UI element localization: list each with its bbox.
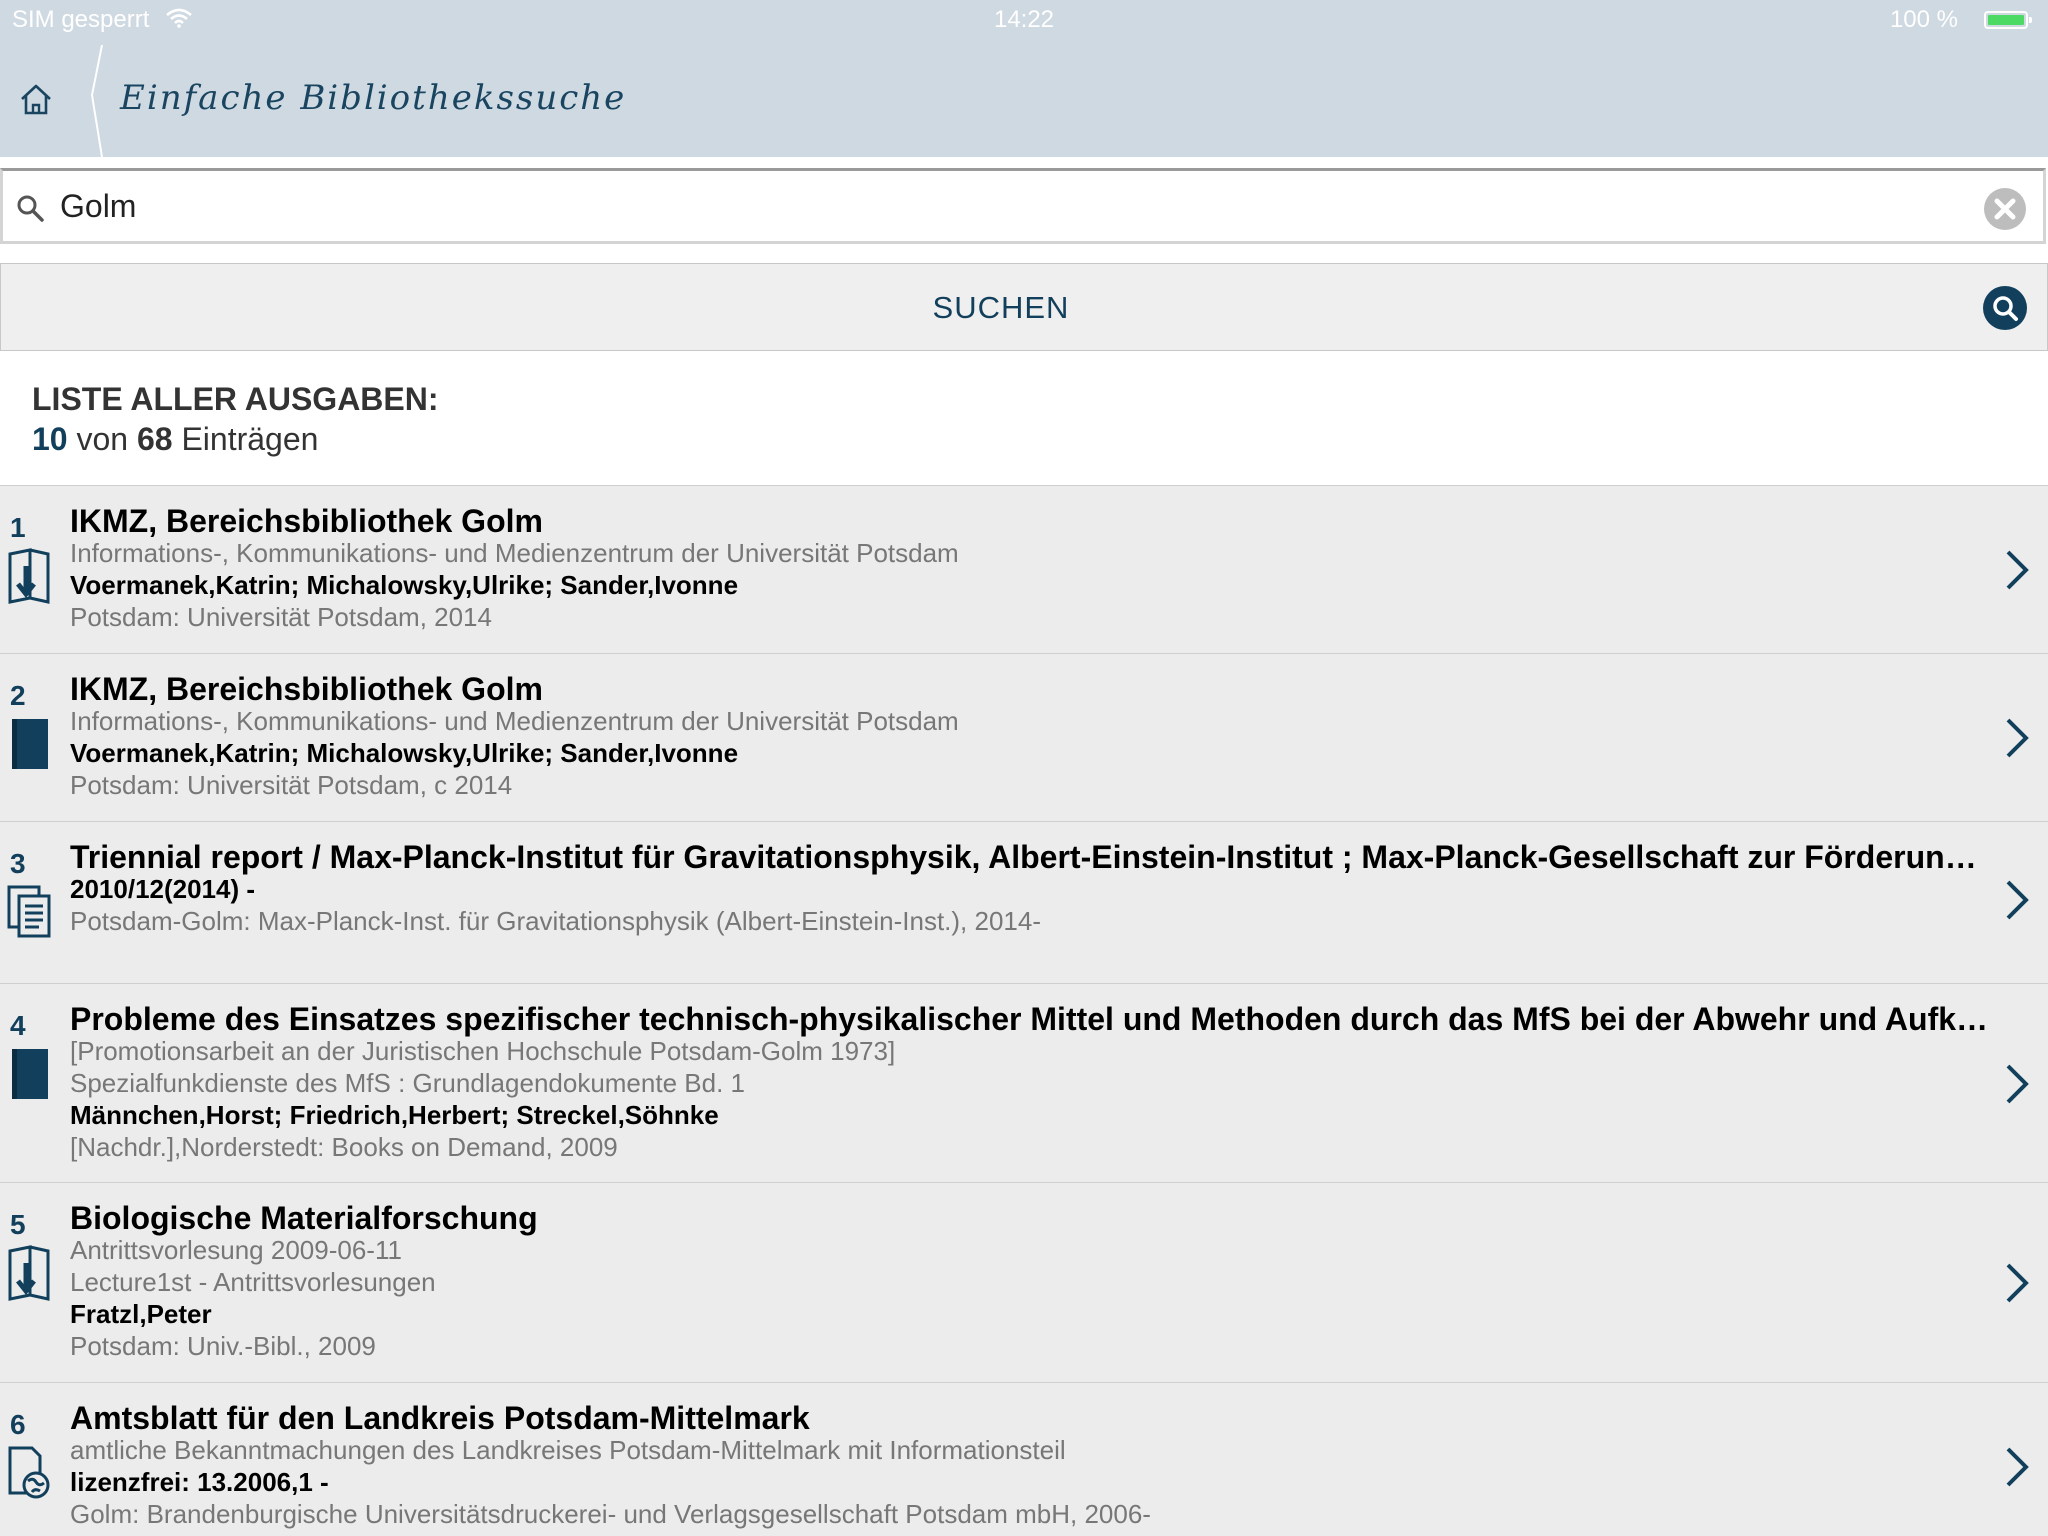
result-note: [Promotionsarbeit an der Juristischen Ho… [70, 1036, 896, 1066]
results-count: 10 von 68 Einträgen [32, 421, 318, 458]
result-item-5[interactable]: 5 Biologische Materialforschung Antritts… [0, 1182, 2048, 1382]
entries-label: Einträgen [181, 421, 319, 457]
result-publisher: [Nachdr.],Norderstedt: Books on Demand, … [70, 1132, 618, 1162]
book-icon [12, 1049, 48, 1099]
result-subtitle: amtliche Bekanntmachungen des Landkreise… [70, 1435, 1066, 1465]
result-lines: Biologische Materialforschung Antrittsvo… [70, 1199, 1990, 1362]
result-number: 4 [10, 1010, 26, 1041]
shown-count: 10 [32, 421, 68, 457]
navigation-bar: Einfache Bibliothekssuche [0, 40, 2048, 157]
result-item-2[interactable]: 2 IKMZ, Bereichsbibliothek Golm Informat… [0, 653, 2048, 821]
online-resource-icon [8, 1446, 50, 1499]
result-volume: 2010/12(2014) - [70, 874, 256, 904]
result-series: Lecture1st - Antrittsvorlesungen [70, 1267, 436, 1297]
result-lines: Probleme des Einsatzes spezifischer tech… [70, 1000, 1990, 1163]
result-subtitle: Informations-, Kommunikations- und Medie… [70, 706, 959, 736]
search-button[interactable]: SUCHEN [0, 263, 2048, 351]
result-series: Spezialfunkdienste des MfS : Grundlagend… [70, 1068, 745, 1098]
result-authors: Männchen,Horst; Friedrich,Herbert; Strec… [70, 1100, 719, 1130]
battery-percentage: 100 % [1889, 6, 1958, 33]
result-authors: Voermanek,Katrin; Michalowsky,Ulrike; Sa… [70, 738, 739, 768]
search-icon [17, 195, 44, 222]
result-title: Probleme des Einsatzes spezifischer tech… [70, 1001, 1990, 1037]
result-number: 2 [10, 680, 26, 711]
result-title: Triennial report / Max-Planck-Institut f… [70, 839, 1990, 875]
ebook-download-icon [8, 548, 50, 604]
search-circle-icon [1983, 286, 2027, 330]
chevron-right-icon [2006, 550, 2029, 590]
breadcrumb-separator [90, 45, 103, 157]
chevron-right-icon [2006, 1447, 2029, 1487]
result-title: Biologische Materialforschung [70, 1200, 538, 1236]
status-bar: SIM gesperrt 14:22 100 % [0, 0, 2048, 40]
result-title: IKMZ, Bereichsbibliothek Golm [70, 671, 543, 707]
search-field [0, 168, 2046, 244]
search-button-label: SUCHEN [932, 290, 1070, 325]
result-authors: Fratzl,Peter [70, 1299, 212, 1329]
result-publisher: Potsdam: Universität Potsdam, c 2014 [70, 770, 513, 800]
clear-search-icon[interactable] [1983, 187, 2027, 231]
clock: 14:22 [993, 6, 1055, 33]
page-title: Einfache Bibliothekssuche [120, 78, 627, 118]
result-title: IKMZ, Bereichsbibliothek Golm [70, 503, 543, 539]
chevron-right-icon [2006, 1064, 2029, 1104]
result-subtitle: Antrittsvorlesung 2009-06-11 [70, 1235, 402, 1265]
result-item-1[interactable]: 1 IKMZ, Bereichsbibliothek Golm Informat… [0, 485, 2048, 653]
result-lines: Amtsblatt für den Landkreis Potsdam-Mitt… [70, 1399, 1990, 1530]
result-lines: Triennial report / Max-Planck-Institut f… [70, 838, 1990, 937]
chevron-right-icon [2006, 718, 2029, 758]
result-publisher: Potsdam: Universität Potsdam, 2014 [70, 602, 492, 632]
result-number: 5 [10, 1209, 26, 1240]
book-icon [12, 719, 48, 769]
search-input[interactable] [60, 179, 1940, 233]
result-publisher: Golm: Brandenburgische Universitätsdruck… [70, 1499, 1151, 1529]
result-number: 1 [10, 512, 26, 543]
result-subtitle: Informations-, Kommunikations- und Medie… [70, 538, 959, 568]
result-lines: IKMZ, Bereichsbibliothek Golm Informatio… [70, 670, 1990, 801]
chevron-right-icon [2006, 880, 2029, 920]
total-count: 68 [136, 421, 173, 457]
result-number: 3 [10, 848, 26, 879]
von-label: von [76, 421, 129, 457]
result-item-3[interactable]: 3 Triennial report / Max-Planck-Institut… [0, 821, 2048, 983]
result-authors: Voermanek,Katrin; Michalowsky,Ulrike; Sa… [70, 570, 739, 600]
result-title: Amtsblatt für den Landkreis Potsdam-Mitt… [70, 1400, 810, 1436]
results-heading: LISTE ALLER AUSGABEN: [32, 381, 439, 417]
home-icon[interactable] [14, 78, 58, 122]
result-lines: IKMZ, Bereichsbibliothek Golm Informatio… [70, 502, 1990, 633]
battery-icon [1984, 11, 2032, 29]
result-number: 6 [10, 1409, 26, 1440]
chevron-right-icon [2006, 1263, 2029, 1303]
result-item-4[interactable]: 4 Probleme des Einsatzes spezifischer te… [0, 983, 2048, 1182]
result-publisher: Potsdam-Golm: Max-Planck-Inst. für Gravi… [70, 906, 1041, 936]
result-license: lizenzfrei: 13.2006,1 - [70, 1467, 329, 1497]
periodical-icon [7, 885, 51, 938]
ebook-download-icon [8, 1245, 50, 1301]
result-item-6[interactable]: 6 Amtsblatt für den Landkreis Potsdam-Mi… [0, 1382, 2048, 1536]
result-publisher: Potsdam: Univ.-Bibl., 2009 [70, 1331, 376, 1361]
